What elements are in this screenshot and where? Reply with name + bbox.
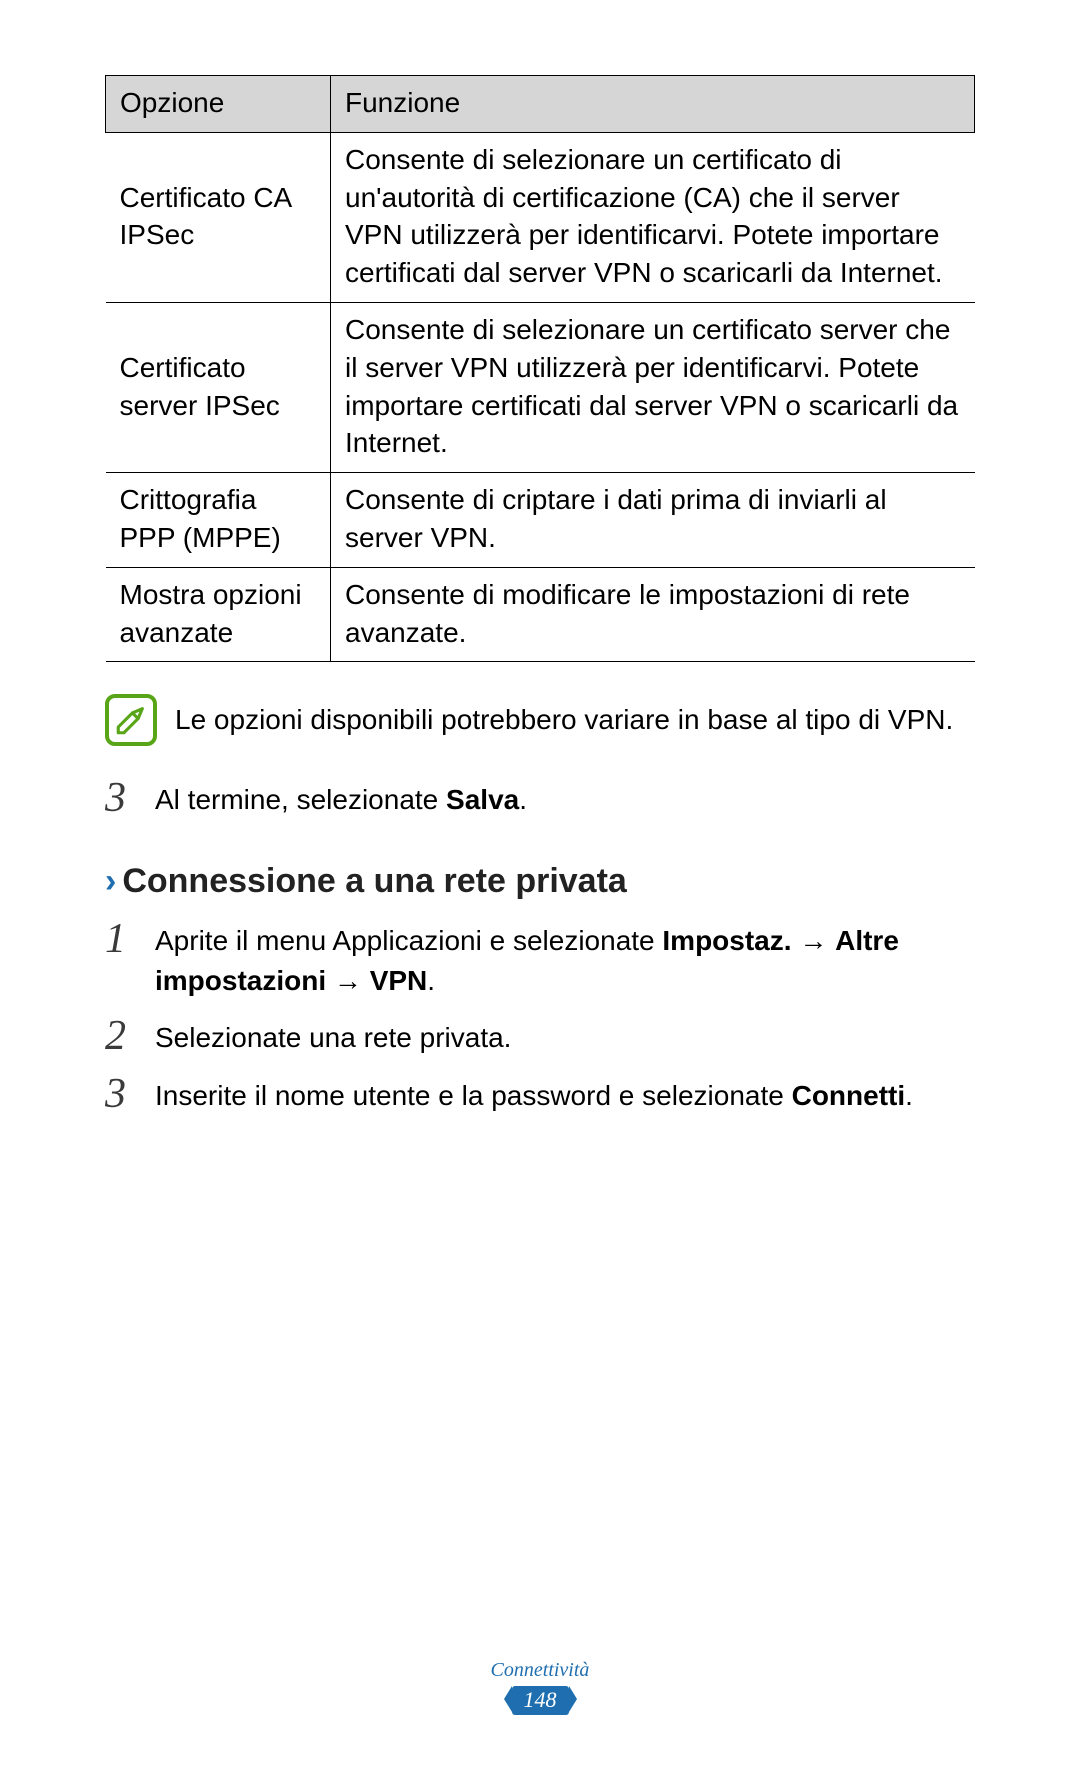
step-number: 3 bbox=[105, 1072, 133, 1116]
step-3-prev: 3 Al termine, selezionate Salva. bbox=[105, 776, 975, 820]
step-1: 1 Aprite il menu Applicazioni e selezion… bbox=[105, 917, 975, 999]
t: . bbox=[427, 965, 435, 996]
step-text-bold: Salva bbox=[446, 784, 519, 815]
th-function: Funzione bbox=[331, 76, 975, 133]
t: → bbox=[792, 925, 836, 956]
step-number: 1 bbox=[105, 917, 133, 999]
step-number: 3 bbox=[105, 776, 133, 820]
step-body: Inserite il nome utente e la password e … bbox=[155, 1072, 975, 1116]
note: Le opzioni disponibili potrebbero variar… bbox=[105, 694, 975, 746]
table-row: Mostra opzioni avanzate Consente di modi… bbox=[106, 567, 975, 662]
table-header-row: Opzione Funzione bbox=[106, 76, 975, 133]
step-body: Aprite il menu Applicazioni e selezionat… bbox=[155, 917, 975, 999]
th-option: Opzione bbox=[106, 76, 331, 133]
step-body: Al termine, selezionate Salva. bbox=[155, 776, 975, 820]
cell-function: Consente di selezionare un certificato s… bbox=[331, 302, 975, 472]
step-text-pre: Al termine, selezionate bbox=[155, 784, 446, 815]
page: Opzione Funzione Certificato CA IPSec Co… bbox=[0, 0, 1080, 1771]
page-footer: Connettività 148 bbox=[105, 1659, 975, 1721]
t: VPN bbox=[370, 965, 428, 996]
table-row: Crittografia PPP (MPPE) Consente di crip… bbox=[106, 473, 975, 568]
step-2: 2 Selezionate una rete privata. bbox=[105, 1014, 975, 1058]
cell-function: Consente di modificare le impostazioni d… bbox=[331, 567, 975, 662]
step-body: Selezionate una rete privata. bbox=[155, 1014, 975, 1058]
note-text: Le opzioni disponibili potrebbero variar… bbox=[175, 701, 953, 739]
section-heading: › Connessione a una rete privata bbox=[105, 862, 975, 901]
page-number-badge: 148 bbox=[512, 1686, 569, 1715]
cell-option: Certificato server IPSec bbox=[106, 302, 331, 472]
step-text-bold: Connetti bbox=[792, 1080, 906, 1111]
cell-function: Consente di selezionare un certificato d… bbox=[331, 132, 975, 302]
cell-function: Consente di criptare i dati prima di inv… bbox=[331, 473, 975, 568]
step-text-post: . bbox=[519, 784, 527, 815]
step-text-pre: Inserite il nome utente e la password e … bbox=[155, 1080, 792, 1111]
page-content: Opzione Funzione Certificato CA IPSec Co… bbox=[105, 75, 975, 1659]
step-3: 3 Inserite il nome utente e la password … bbox=[105, 1072, 975, 1116]
note-icon bbox=[105, 694, 157, 746]
footer-chapter: Connettività bbox=[105, 1659, 975, 1682]
cell-option: Mostra opzioni avanzate bbox=[106, 567, 331, 662]
section-heading-text: Connessione a una rete privata bbox=[122, 862, 627, 901]
step-number: 2 bbox=[105, 1014, 133, 1058]
table-row: Certificato server IPSec Consente di sel… bbox=[106, 302, 975, 472]
table-row: Certificato CA IPSec Consente di selezio… bbox=[106, 132, 975, 302]
cell-option: Crittografia PPP (MPPE) bbox=[106, 473, 331, 568]
t: Aprite il menu Applicazioni e selezionat… bbox=[155, 925, 662, 956]
options-table: Opzione Funzione Certificato CA IPSec Co… bbox=[105, 75, 975, 662]
t: → bbox=[326, 965, 370, 996]
t: Impostaz. bbox=[662, 925, 791, 956]
step-text-post: . bbox=[905, 1080, 913, 1111]
cell-option: Certificato CA IPSec bbox=[106, 132, 331, 302]
chevron-right-icon: › bbox=[105, 862, 116, 901]
